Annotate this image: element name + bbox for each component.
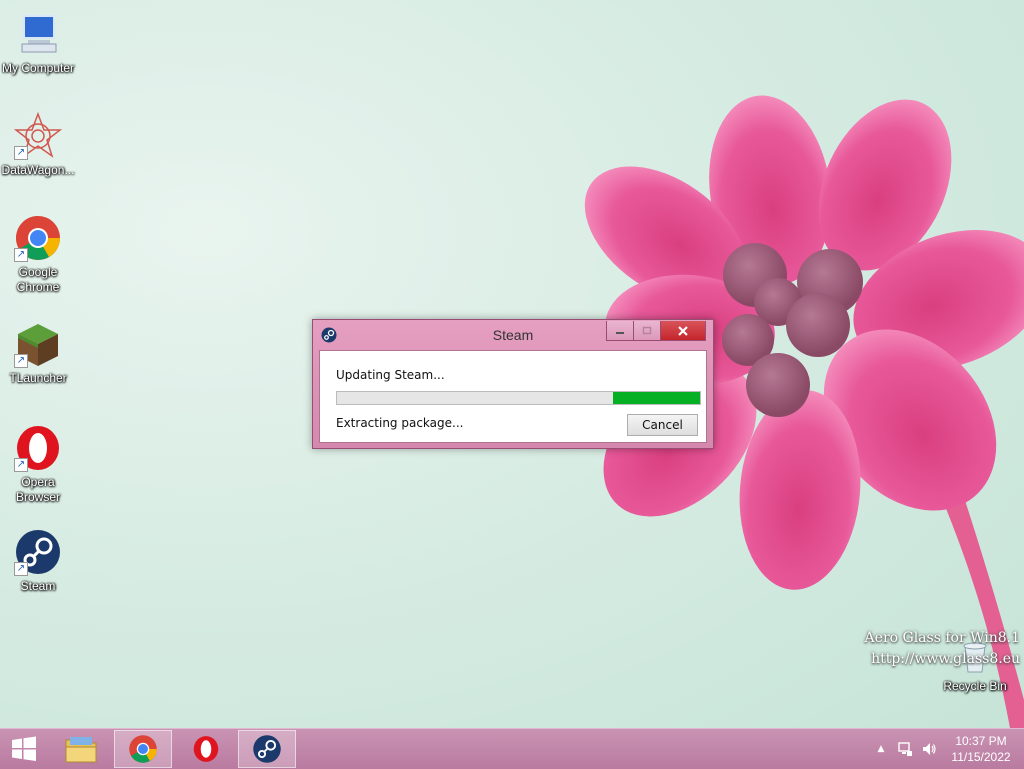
desktop-icon-label: Google Chrome	[16, 265, 60, 294]
desktop-icon-datawagon[interactable]: ↗ DataWagon...	[0, 111, 76, 178]
shortcut-arrow-icon: ↗	[14, 354, 28, 368]
desktop-icon-label: DataWagon...	[1, 163, 75, 177]
opera-icon: ↗	[14, 424, 62, 472]
datawagon-icon: ↗	[13, 111, 63, 160]
update-progress-bar	[336, 391, 701, 405]
shortcut-arrow-icon: ↗	[14, 146, 28, 160]
maximize-icon	[642, 326, 652, 334]
computer-icon	[14, 10, 62, 58]
network-icon	[898, 742, 912, 756]
minimize-button[interactable]	[606, 321, 634, 341]
taskbar-file-explorer[interactable]	[56, 730, 106, 768]
shortcut-arrow-icon: ↗	[14, 458, 28, 472]
speaker-icon	[923, 743, 936, 755]
close-icon	[678, 325, 688, 336]
opera-icon	[193, 736, 219, 762]
steam-icon	[253, 735, 281, 763]
aero-glass-watermark: Aero Glass for Win8.1 http://www.glass8.…	[865, 628, 1020, 670]
dialog-content: Updating Steam... Extracting package... …	[319, 350, 707, 443]
close-button[interactable]	[660, 321, 706, 341]
shortcut-arrow-icon: ↗	[14, 248, 28, 262]
desktop-icon-label: Opera Browser	[15, 475, 60, 504]
desktop-icon-my-computer[interactable]: My Computer	[0, 10, 76, 76]
desktop-icon-label: Recycle Bin	[943, 679, 1007, 693]
desktop-icon-label: My Computer	[1, 61, 75, 75]
tray-network[interactable]	[894, 729, 916, 769]
desktop-icon-tlauncher[interactable]: ↗ TLauncher	[0, 320, 76, 386]
desktop-icon-label: TLauncher	[9, 371, 67, 385]
taskbar-steam[interactable]	[238, 730, 296, 768]
taskbar-chrome[interactable]	[114, 730, 172, 768]
update-status-text: Updating Steam...	[336, 368, 445, 382]
minimize-icon	[616, 331, 624, 334]
tray-overflow-button[interactable]: ▲	[872, 729, 890, 769]
maximize-button[interactable]	[633, 321, 661, 341]
update-substatus-text: Extracting package...	[336, 416, 464, 430]
taskbar: ▲ 10:37 PM 11/15/2022	[0, 728, 1024, 769]
taskbar-opera[interactable]	[178, 730, 234, 768]
clock-time: 10:37 PM	[955, 734, 1007, 748]
cancel-button[interactable]: Cancel	[627, 414, 698, 436]
minecraft-icon: ↗	[14, 320, 62, 368]
file-explorer-icon	[65, 737, 97, 763]
chrome-icon: ↗	[14, 214, 62, 262]
steam-update-dialog[interactable]: Steam Updating Steam... Extracting packa…	[312, 319, 714, 449]
clock-date: 11/15/2022	[951, 750, 1011, 764]
desktop-icon-label: Steam	[20, 579, 56, 593]
steam-icon: ↗	[14, 528, 62, 576]
start-icon	[12, 736, 36, 761]
start-button[interactable]	[4, 730, 44, 768]
watermark-url: http://www.glass8.eu	[871, 651, 1020, 667]
watermark-line: Aero Glass for Win8.1	[864, 630, 1020, 646]
shortcut-arrow-icon: ↗	[14, 562, 28, 576]
desktop-icon-opera[interactable]: ↗ Opera Browser	[0, 424, 76, 505]
chrome-icon	[129, 735, 157, 763]
desktop-icon-steam[interactable]: ↗ Steam	[0, 528, 76, 594]
progress-fill	[612, 392, 700, 404]
tray-volume[interactable]	[918, 729, 940, 769]
desktop-icon-google-chrome[interactable]: ↗ Google Chrome	[0, 214, 76, 295]
taskbar-clock[interactable]: 10:37 PM 11/15/2022	[940, 733, 1022, 765]
